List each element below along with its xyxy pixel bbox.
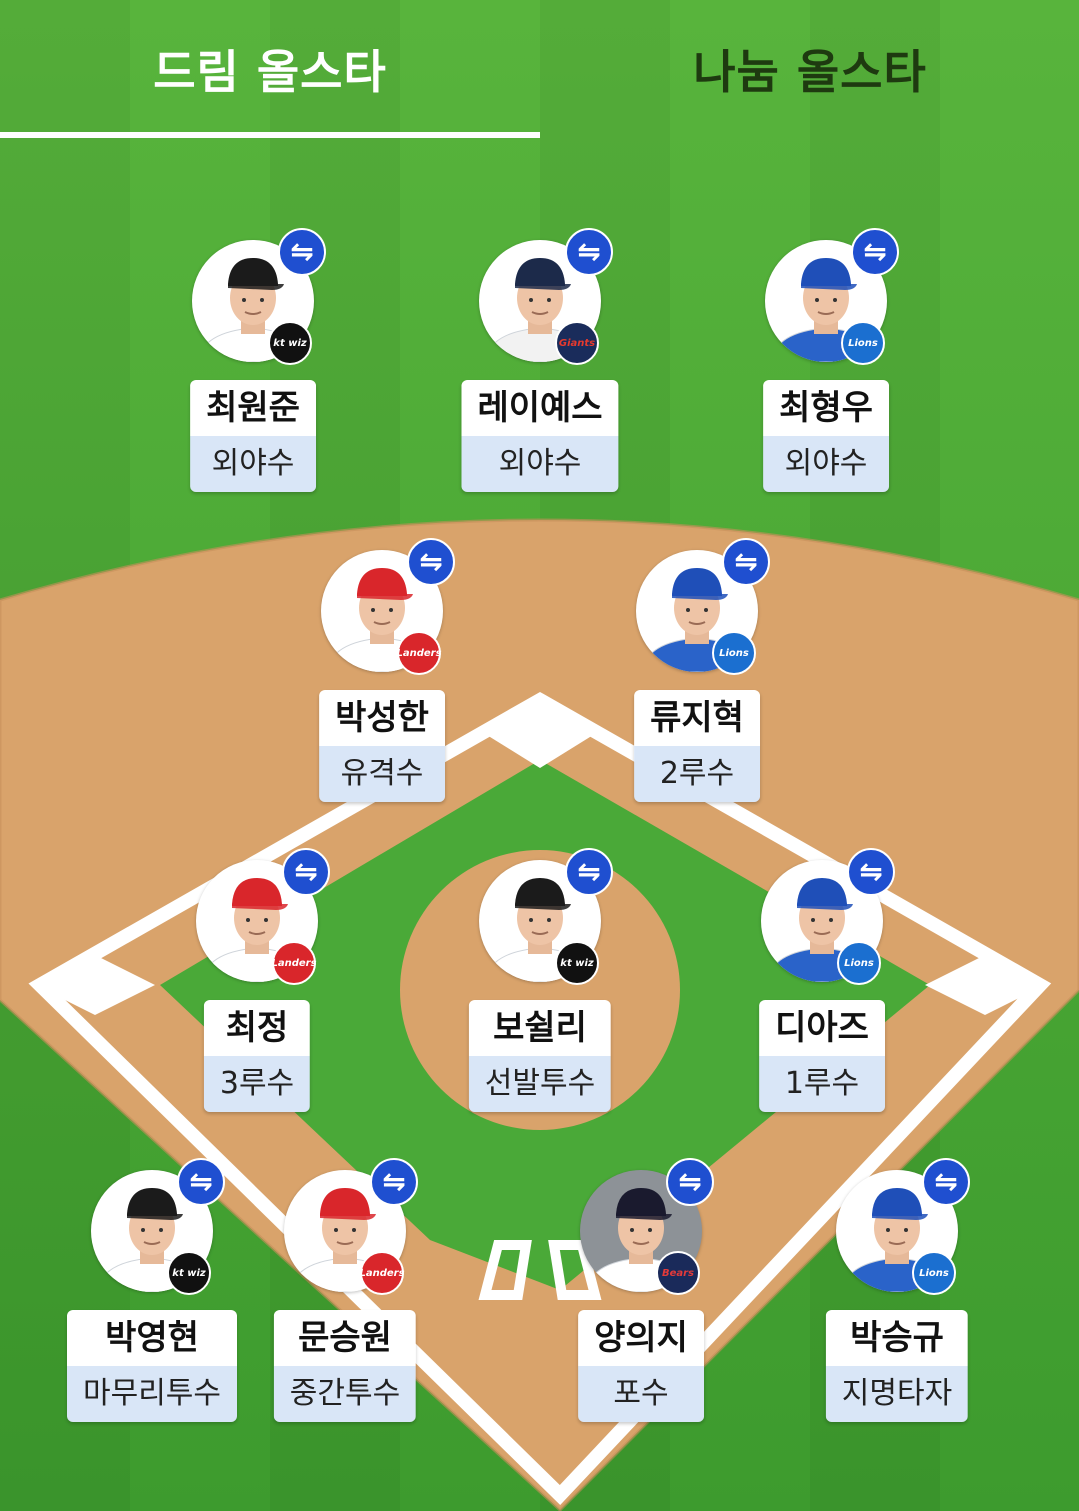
team-logo-icon: Bears bbox=[656, 1251, 700, 1295]
swap-icon[interactable]: ⇋ bbox=[565, 228, 613, 276]
player-position: 선발투수 bbox=[468, 1056, 612, 1112]
team-logo-icon: Lions bbox=[712, 631, 756, 675]
swap-icon[interactable]: ⇋ bbox=[278, 228, 326, 276]
player-position: 포수 bbox=[578, 1366, 704, 1422]
player-position: 2루수 bbox=[634, 746, 760, 802]
swap-icon[interactable]: ⇋ bbox=[666, 1158, 714, 1206]
team-tabs: 드림 올스타 나눔 올스타 bbox=[0, 0, 1079, 138]
swap-icon[interactable]: ⇋ bbox=[565, 848, 613, 896]
player-card[interactable]: 박영현 마무리투수 bbox=[67, 1310, 237, 1422]
swap-icon[interactable]: ⇋ bbox=[922, 1158, 970, 1206]
team-logo-icon: Landers bbox=[396, 631, 442, 675]
player-card[interactable]: 디아즈 1루수 bbox=[759, 1000, 885, 1112]
player-name: 디아즈 bbox=[759, 1000, 885, 1056]
swap-icon[interactable]: ⇋ bbox=[722, 538, 770, 586]
player-card[interactable]: 레이예스 외야수 bbox=[461, 380, 619, 492]
swap-icon[interactable]: ⇋ bbox=[177, 1158, 225, 1206]
player-card[interactable]: 최형우 외야수 bbox=[763, 380, 889, 492]
active-tab-indicator bbox=[0, 132, 540, 138]
team-logo-icon: Landers bbox=[271, 941, 317, 985]
swap-icon[interactable]: ⇋ bbox=[851, 228, 899, 276]
player-name: 레이예스 bbox=[461, 380, 619, 436]
tab-nanum-allstar[interactable]: 나눔 올스타 bbox=[540, 0, 1079, 138]
player-name: 최원준 bbox=[190, 380, 316, 436]
player-name: 박승규 bbox=[825, 1310, 969, 1366]
player-name: 박영현 bbox=[67, 1310, 237, 1366]
player-position: 외야수 bbox=[461, 436, 619, 492]
swap-icon[interactable]: ⇋ bbox=[847, 848, 895, 896]
player-name: 문승원 bbox=[273, 1310, 417, 1366]
team-logo-icon: Lions bbox=[841, 321, 885, 365]
player-position: 3루수 bbox=[203, 1056, 311, 1112]
player-card[interactable]: 최원준 외야수 bbox=[190, 380, 316, 492]
player-position: 유격수 bbox=[319, 746, 445, 802]
player-name: 류지혁 bbox=[634, 690, 760, 746]
team-logo-icon: Landers bbox=[359, 1251, 405, 1295]
player-card[interactable]: 류지혁 2루수 bbox=[634, 690, 760, 802]
player-card[interactable]: 양의지 포수 bbox=[578, 1310, 704, 1422]
player-name: 보쉴리 bbox=[468, 1000, 612, 1056]
swap-icon[interactable]: ⇋ bbox=[370, 1158, 418, 1206]
team-logo-icon: Giants bbox=[555, 321, 599, 365]
player-card[interactable]: 최정 3루수 bbox=[203, 1000, 311, 1112]
player-card[interactable]: 문승원 중간투수 bbox=[273, 1310, 417, 1422]
player-position: 외야수 bbox=[763, 436, 889, 492]
player-position: 중간투수 bbox=[273, 1366, 417, 1422]
tab-dream-allstar[interactable]: 드림 올스타 bbox=[0, 0, 540, 138]
player-card[interactable]: 보쉴리 선발투수 bbox=[468, 1000, 612, 1112]
player-name: 최형우 bbox=[763, 380, 889, 436]
team-logo-icon: kt wiz bbox=[555, 941, 599, 985]
swap-icon[interactable]: ⇋ bbox=[282, 848, 330, 896]
team-logo-icon: kt wiz bbox=[167, 1251, 211, 1295]
team-logo-icon: Lions bbox=[837, 941, 881, 985]
swap-icon[interactable]: ⇋ bbox=[407, 538, 455, 586]
player-card[interactable]: 박성한 유격수 bbox=[319, 690, 445, 802]
player-name: 양의지 bbox=[578, 1310, 704, 1366]
player-position: 1루수 bbox=[759, 1056, 885, 1112]
player-name: 박성한 bbox=[319, 690, 445, 746]
team-logo-icon: Lions bbox=[912, 1251, 956, 1295]
player-position: 외야수 bbox=[190, 436, 316, 492]
player-name: 최정 bbox=[203, 1000, 311, 1056]
team-logo-icon: kt wiz bbox=[268, 321, 312, 365]
player-position: 지명타자 bbox=[825, 1366, 969, 1422]
player-card[interactable]: 박승규 지명타자 bbox=[825, 1310, 969, 1422]
player-position: 마무리투수 bbox=[67, 1366, 237, 1422]
